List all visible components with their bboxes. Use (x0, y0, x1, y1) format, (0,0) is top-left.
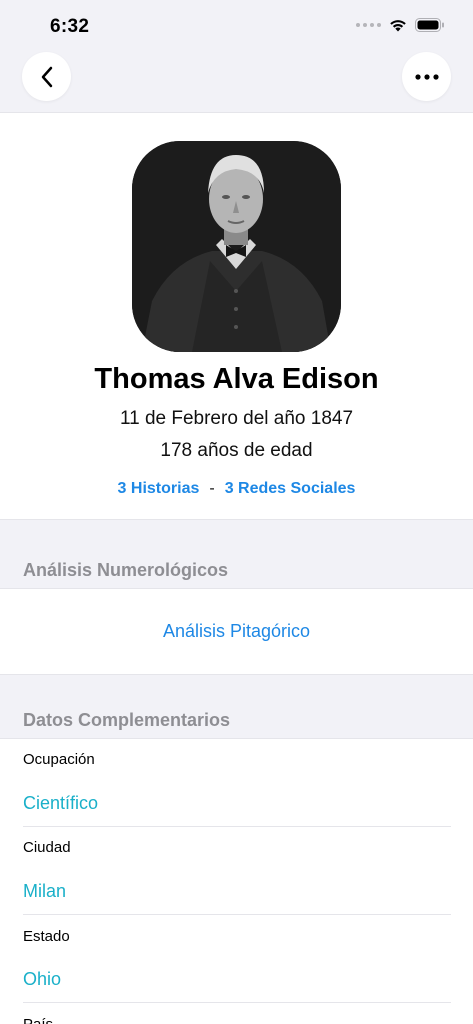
occupation-value[interactable]: Científico (23, 793, 98, 814)
numerology-header: Análisis Numerológicos (23, 560, 229, 580)
complementary-section: Datos Complementarios (0, 675, 473, 738)
profile-links: 3 Historias -3 Redes Sociales (0, 480, 473, 498)
navigation-header: 6:32 (0, 0, 473, 113)
portrait-image (132, 141, 341, 352)
state-label: Estado (23, 928, 70, 945)
city-label: Ciudad (23, 839, 71, 856)
cellular-signal-icon (356, 23, 381, 27)
status-time: 6:32 (50, 16, 90, 37)
numerology-section: Análisis Numerológicos (0, 520, 473, 588)
country-label: País (23, 1016, 53, 1024)
complementary-header: Datos Complementarios (23, 710, 231, 730)
battery-icon (415, 18, 444, 32)
occupation-label: Ocupación (23, 751, 95, 768)
row-divider (23, 914, 451, 915)
wifi-icon (390, 20, 406, 32)
row-divider (23, 1002, 451, 1003)
city-value[interactable]: Milan (23, 881, 66, 902)
social-networks-link[interactable]: 3 Redes Sociales (225, 480, 356, 497)
complementary-data-list: Ocupación Científico Ciudad Milan Estado… (0, 738, 473, 1024)
pythagorean-analysis-link[interactable]: Análisis Pitagórico (0, 621, 473, 642)
stories-link[interactable]: 3 Historias (118, 480, 200, 497)
profile-card: Thomas Alva Edison 11 de Febrero del año… (0, 113, 473, 520)
birth-date: 11 de Febrero del año 1847 (119, 408, 354, 429)
back-button[interactable] (22, 52, 71, 101)
profile-photo (132, 141, 341, 352)
person-name: Thomas Alva Edison (94, 363, 379, 395)
state-value[interactable]: Ohio (23, 969, 61, 990)
chevron-left-icon (41, 66, 52, 87)
ellipsis-icon (414, 73, 439, 80)
link-separator: - (209, 480, 215, 497)
age-text: 178 años de edad (160, 440, 313, 461)
pythagorean-analysis-row[interactable]: Análisis Pitagórico (0, 588, 473, 675)
more-button[interactable] (402, 52, 451, 101)
row-divider (23, 826, 451, 827)
status-icons (356, 18, 445, 32)
